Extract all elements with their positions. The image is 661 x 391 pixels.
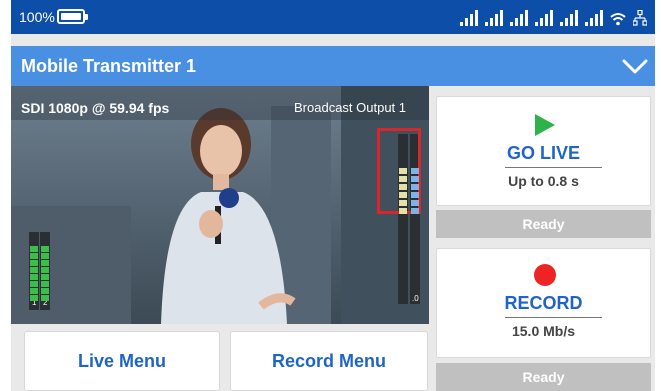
battery-percent: 100% <box>19 9 55 25</box>
bitrate-value: 15.0 Mb/s <box>511 323 576 339</box>
meter-segment <box>41 281 49 287</box>
meter-segment <box>30 267 38 273</box>
wifi-icon <box>610 13 626 26</box>
source-format: SDI 1080p @ 59.94 fps <box>21 100 170 116</box>
meter-segment <box>399 200 407 206</box>
record-menu-button[interactable]: Record Menu <box>230 331 428 391</box>
meter-segment <box>411 208 419 214</box>
meter-segment <box>399 168 407 174</box>
output-name: Broadcast Output 1 <box>294 100 407 115</box>
meter-segment <box>411 176 419 182</box>
status-icons <box>460 8 647 26</box>
meter-segment <box>30 281 38 287</box>
meter-segment <box>30 260 38 266</box>
meter-segment <box>41 295 49 301</box>
go-live-button[interactable]: GO LIVE Up to 0.8 s <box>436 96 651 206</box>
device-title-bar[interactable]: Mobile Transmitter 1 <box>11 46 655 86</box>
meter-segment <box>411 192 419 198</box>
signal-icon <box>485 10 503 26</box>
meter-segment <box>411 200 419 206</box>
signal-icon <box>460 10 478 26</box>
play-icon <box>535 114 555 136</box>
signal-icon <box>585 10 603 26</box>
meter-segment <box>399 184 407 190</box>
battery-icon <box>57 9 88 24</box>
ethernet-icon <box>633 10 647 26</box>
status-bar: 100% <box>11 0 655 34</box>
record-status: Ready <box>436 363 651 391</box>
signal-icon <box>510 10 528 26</box>
divider <box>505 167 602 168</box>
app-frame: 100% Mobile Transmitter 1 .0 1 2 SDI 108… <box>11 0 655 391</box>
latency-value: Up to 0.8 s <box>508 173 579 189</box>
meter-segment <box>41 253 49 259</box>
signal-icon <box>535 10 553 26</box>
record-icon <box>534 264 556 286</box>
meter-segment <box>399 208 407 214</box>
record-label: RECORD <box>504 293 583 313</box>
signal-icon <box>560 10 578 26</box>
meter-segment <box>30 274 38 280</box>
go-live-label: GO LIVE <box>506 143 580 163</box>
record-button[interactable]: RECORD 15.0 Mb/s <box>436 248 651 358</box>
meter-segment <box>30 288 38 294</box>
meter-segment <box>41 260 49 266</box>
meter-segment <box>399 192 407 198</box>
meter-segment <box>411 168 419 174</box>
go-live-status: Ready <box>436 210 651 238</box>
meter-segment <box>30 253 38 259</box>
meter-segment <box>30 246 38 252</box>
meter-segment <box>41 288 49 294</box>
device-title: Mobile Transmitter 1 <box>21 56 197 76</box>
live-menu-button[interactable]: Live Menu <box>24 331 220 391</box>
meter-scale-label: .0 <box>412 294 419 303</box>
meter-segment <box>399 176 407 182</box>
divider <box>505 317 602 318</box>
meter-segment <box>41 246 49 252</box>
video-preview: .0 1 2 <box>11 86 429 324</box>
meter-segment <box>411 184 419 190</box>
meter-segment <box>41 267 49 273</box>
chevron-down-icon[interactable] <box>621 54 649 78</box>
meter-segment <box>41 274 49 280</box>
presenter-image <box>161 108 296 324</box>
meter-segment <box>30 295 38 301</box>
